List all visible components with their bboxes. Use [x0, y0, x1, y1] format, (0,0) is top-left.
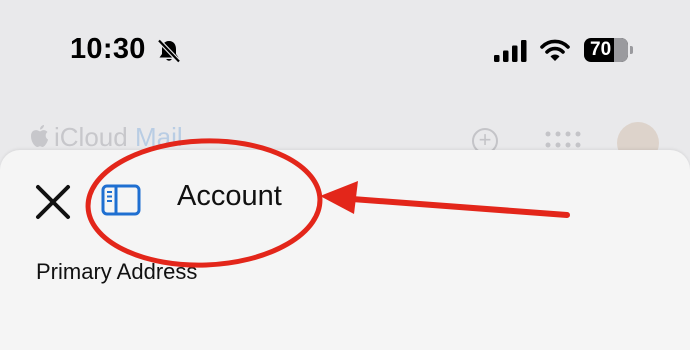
status-bar: 10:30 70 [0, 0, 690, 100]
close-icon[interactable] [34, 183, 72, 221]
status-time: 10:30 [70, 33, 146, 65]
sheet-title: Account [177, 180, 282, 212]
apple-logo-icon [31, 125, 48, 147]
background-app-title-prefix: iCloud [54, 122, 128, 152]
background-app-title-suffix: Mail [134, 122, 183, 152]
account-sheet [0, 150, 690, 350]
app-grid-icon [545, 131, 581, 148]
battery-tip [630, 46, 633, 54]
battery-empty-area [614, 38, 628, 62]
section-label-primary-address: Primary Address [36, 259, 198, 284]
bell-slash-icon [157, 38, 181, 64]
background-app-title: iCloud Mail [54, 122, 183, 153]
signal-icon [494, 40, 527, 62]
sidebar-icon[interactable] [101, 184, 141, 216]
battery-icon: 70 [584, 38, 628, 62]
battery-level: 70 [590, 39, 612, 60]
wifi-icon [540, 39, 570, 61]
